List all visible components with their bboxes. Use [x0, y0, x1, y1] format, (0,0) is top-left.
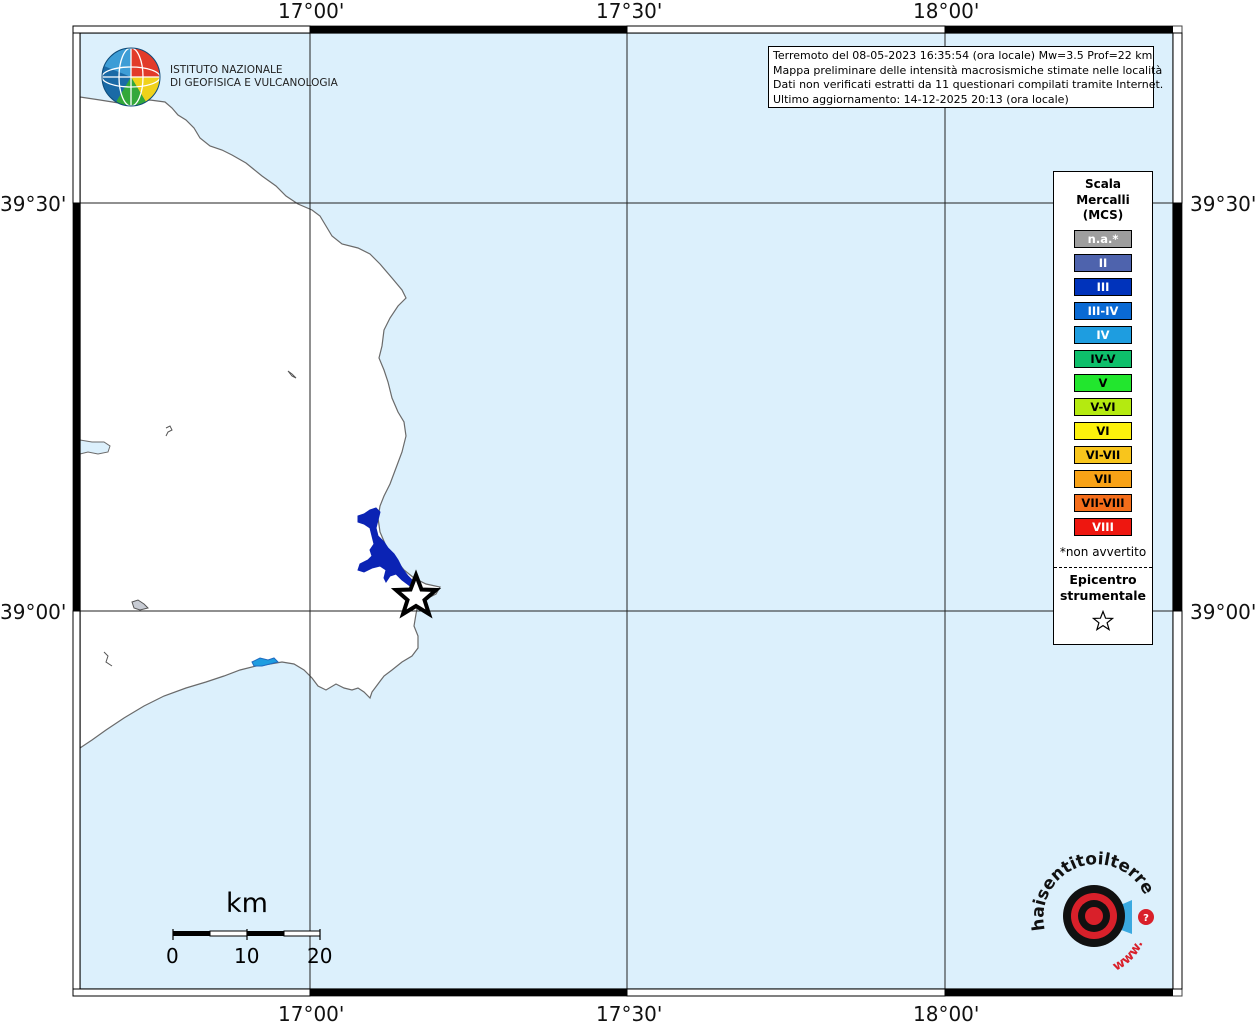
event-info-line: Terremoto del 08-05-2023 16:35:54 (ora l… [773, 49, 1153, 62]
legend-swatch: V-VI [1074, 398, 1132, 416]
x-tick-bottom-18-00: 18°00' [913, 1002, 980, 1026]
y-tick-right-39-00: 39°00' [1190, 600, 1255, 624]
legend-swatch: III-IV [1074, 302, 1132, 320]
legend-swatch: VI [1074, 422, 1132, 440]
x-tick-bottom-17-30: 17°30' [596, 1002, 663, 1026]
legend-swatch: II [1074, 254, 1132, 272]
mcs-legend: Scala Mercalli (MCS) n.a.* II III III-IV IV I… [1053, 171, 1153, 645]
legend-title-line: Scala [1084, 177, 1122, 191]
legend-epicenter-line: Epicentro [1069, 572, 1137, 587]
legend-swatch: VIII [1074, 518, 1132, 536]
event-info-line: Mappa preliminare delle intensità macros… [773, 63, 1163, 77]
ingv-line-1: ISTITUTO NAZIONALE [170, 64, 283, 76]
x-tick-top-17-00: 17°00' [278, 0, 345, 23]
legend-swatch: VI-VII [1074, 446, 1132, 464]
scale-label-20: 20 [307, 944, 333, 968]
legend-swatch: IV-V [1074, 350, 1132, 368]
star-outline-icon [1092, 610, 1114, 631]
x-tick-top-18-00: 18°00' [913, 0, 980, 23]
x-tick-top-17-30: 17°30' [596, 0, 663, 23]
y-tick-left-39-30: 39°30' [0, 192, 67, 216]
ingv-logo-icon [101, 47, 161, 107]
legend-swatch: VII-VIII [1074, 494, 1132, 512]
legend-na-note: *non avvertito [1059, 545, 1147, 559]
legend-title-line: Mercalli [1076, 192, 1130, 207]
legend-title: Scala Mercalli (MCS) [1054, 177, 1152, 224]
legend-swatch: n.a.* [1074, 230, 1132, 248]
scale-label-10: 10 [234, 944, 260, 968]
legend-title-line: (MCS) [1082, 208, 1124, 222]
legend-swatch: III [1074, 278, 1132, 296]
event-info-line: Dati non verificati estratti da 11 quest… [773, 78, 1164, 91]
legend-epicenter-line: strumentale [1059, 588, 1147, 603]
y-tick-right-39-30: 39°30' [1190, 192, 1255, 216]
y-tick-left-39-00: 39°00' [0, 600, 67, 624]
scale-label-0: 0 [166, 944, 179, 968]
ingv-line-2: DI GEOFISICA E VULCANOLOGIA [170, 77, 338, 89]
x-tick-bottom-17-00: 17°00' [278, 1002, 345, 1026]
event-info-line: Ultimo aggiornamento: 14-12-2025 20:13 (… [773, 92, 1069, 106]
legend-swatch: V [1074, 374, 1132, 392]
event-info-box: Terremoto del 08-05-2023 16:35:54 (ora l… [768, 46, 1164, 108]
legend-separator [1054, 567, 1152, 568]
svg-text:?: ? [1143, 913, 1149, 924]
scale-unit: km [226, 888, 268, 919]
legend-swatch: VII [1074, 470, 1132, 488]
ingv-logo-text: ISTITUTO NAZIONALE DI GEOFISICA E VULCAN… [170, 64, 338, 90]
legend-swatch: IV [1074, 326, 1132, 344]
legend-epicenter-title: Epicentro strumentale [1054, 572, 1152, 604]
legend-swatch-list: n.a.* II III III-IV IV IV-V V V-VI VI VI-VII VII VI… [1074, 230, 1132, 542]
